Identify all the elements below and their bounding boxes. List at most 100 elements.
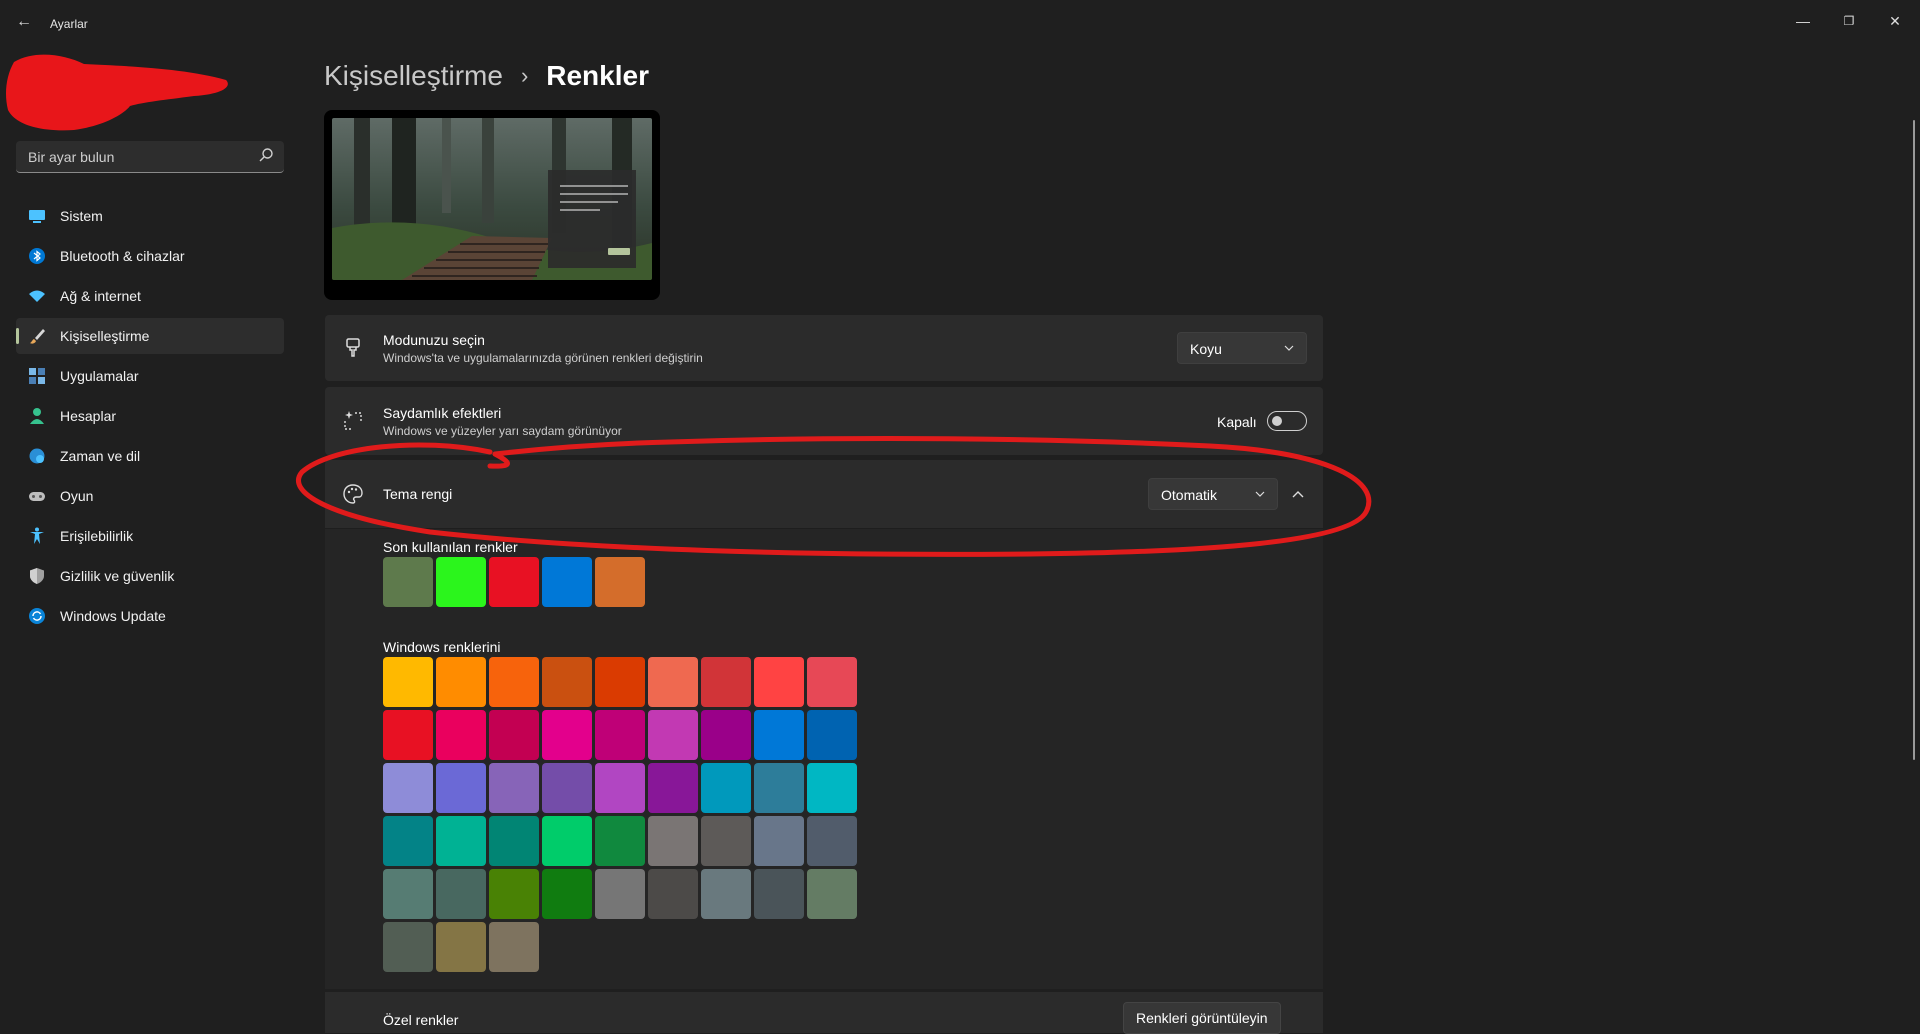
chevron-up-icon[interactable]: [1291, 488, 1305, 500]
sidebar-item-bluetooth[interactable]: Bluetooth & cihazlar: [16, 238, 284, 274]
windows-color-swatch[interactable]: [436, 816, 486, 866]
toggle-knob: [1272, 416, 1282, 426]
recent-color-swatch[interactable]: [436, 557, 486, 607]
apps-icon: [29, 368, 45, 384]
accent-color-panel: Son kullanılan renkler Windows renklerin…: [325, 528, 1323, 989]
windows-color-swatch[interactable]: [383, 922, 433, 972]
sidebar-item-network[interactable]: Ağ & internet: [16, 278, 284, 314]
windows-color-swatch[interactable]: [701, 763, 751, 813]
windows-color-swatch[interactable]: [648, 816, 698, 866]
windows-color-swatch[interactable]: [436, 922, 486, 972]
sidebar-item-accounts[interactable]: Hesaplar: [16, 398, 284, 434]
recent-colors-label: Son kullanılan renkler: [383, 539, 518, 555]
close-button[interactable]: ✕: [1872, 6, 1918, 36]
breadcrumb-parent[interactable]: Kişiselleştirme: [324, 60, 503, 92]
accent-dropdown[interactable]: Otomatik: [1148, 478, 1278, 510]
search-input[interactable]: [26, 141, 250, 173]
windows-color-swatch[interactable]: [807, 869, 857, 919]
accent-dropdown-value: Otomatik: [1161, 487, 1218, 503]
mode-dropdown-value: Koyu: [1190, 341, 1222, 357]
windows-color-swatch[interactable]: [436, 657, 486, 707]
windows-color-swatch[interactable]: [383, 710, 433, 760]
windows-color-swatch[interactable]: [542, 763, 592, 813]
recent-color-swatch[interactable]: [383, 557, 433, 607]
transparency-setting-card: Saydamlık efektleri Windows ve yüzeyler …: [325, 387, 1323, 455]
sidebar-item-personalization[interactable]: Kişiselleştirme: [16, 318, 284, 354]
sidebar-item-apps[interactable]: Uygulamalar: [16, 358, 284, 394]
windows-color-swatch[interactable]: [383, 763, 433, 813]
sidebar-item-time-language[interactable]: Zaman ve dil: [16, 438, 284, 474]
wifi-icon: [29, 290, 45, 302]
windows-colors-label: Windows renklerini: [383, 639, 501, 655]
windows-color-swatch[interactable]: [436, 763, 486, 813]
windows-color-swatch[interactable]: [648, 763, 698, 813]
sidebar-item-windows-update[interactable]: Windows Update: [16, 598, 284, 634]
windows-color-swatch[interactable]: [595, 710, 645, 760]
view-colors-button[interactable]: Renkleri görüntüleyin: [1123, 1002, 1281, 1034]
theme-preview: [324, 110, 660, 300]
windows-color-swatch[interactable]: [701, 710, 751, 760]
windows-color-swatch[interactable]: [701, 816, 751, 866]
windows-color-swatch[interactable]: [383, 657, 433, 707]
breadcrumb: Kişiselleştirme › Renkler: [324, 56, 649, 96]
windows-color-swatch[interactable]: [701, 869, 751, 919]
sidebar-item-privacy[interactable]: Gizlilik ve güvenlik: [16, 558, 284, 594]
windows-color-swatch[interactable]: [489, 763, 539, 813]
windows-color-swatch[interactable]: [542, 869, 592, 919]
account-icon: [30, 408, 44, 424]
windows-color-swatch[interactable]: [807, 710, 857, 760]
windows-color-swatch[interactable]: [542, 710, 592, 760]
windows-color-swatch[interactable]: [436, 869, 486, 919]
windows-color-swatch[interactable]: [754, 657, 804, 707]
windows-color-swatch[interactable]: [383, 869, 433, 919]
bluetooth-icon: [29, 248, 45, 264]
recent-color-swatch[interactable]: [489, 557, 539, 607]
windows-color-swatch[interactable]: [807, 657, 857, 707]
sidebar-item-gaming[interactable]: Oyun: [16, 478, 284, 514]
windows-color-swatch[interactable]: [648, 657, 698, 707]
windows-color-swatch[interactable]: [648, 710, 698, 760]
recent-color-swatch[interactable]: [542, 557, 592, 607]
recent-color-swatch[interactable]: [595, 557, 645, 607]
windows-color-swatch[interactable]: [383, 816, 433, 866]
windows-color-swatch[interactable]: [754, 710, 804, 760]
windows-color-swatch[interactable]: [489, 816, 539, 866]
mode-dropdown[interactable]: Koyu: [1177, 332, 1307, 364]
sidebar-item-label: Hesaplar: [60, 408, 117, 424]
search-icon[interactable]: [258, 147, 274, 163]
globe-clock-icon: [29, 448, 45, 464]
windows-color-swatch[interactable]: [754, 816, 804, 866]
windows-color-swatch[interactable]: [595, 657, 645, 707]
windows-color-swatch[interactable]: [648, 869, 698, 919]
windows-color-swatch[interactable]: [701, 657, 751, 707]
mode-subtitle: Windows'ta ve uygulamalarınızda görünen …: [383, 351, 703, 365]
chevron-down-icon: [1284, 345, 1294, 351]
windows-color-swatch[interactable]: [754, 763, 804, 813]
windows-color-swatch[interactable]: [489, 710, 539, 760]
paint-brush-icon: [346, 338, 360, 357]
sidebar-item-accessibility[interactable]: Erişilebilirlik: [16, 518, 284, 554]
transparency-toggle[interactable]: [1267, 411, 1307, 431]
scrollbar[interactable]: [1913, 120, 1915, 760]
sidebar-item-label: Zaman ve dil: [60, 448, 141, 464]
back-button[interactable]: ←: [14, 12, 34, 32]
windows-color-swatch[interactable]: [807, 816, 857, 866]
search-box[interactable]: [16, 141, 284, 173]
windows-color-swatch[interactable]: [595, 869, 645, 919]
windows-color-swatch[interactable]: [436, 710, 486, 760]
sidebar-item-label: Windows Update: [60, 608, 166, 624]
windows-color-swatch[interactable]: [754, 869, 804, 919]
windows-color-swatch[interactable]: [542, 657, 592, 707]
windows-color-swatch[interactable]: [489, 922, 539, 972]
windows-color-swatch[interactable]: [595, 816, 645, 866]
windows-color-swatch[interactable]: [489, 869, 539, 919]
sidebar-item-sistem[interactable]: Sistem: [16, 198, 284, 234]
update-icon: [29, 608, 45, 624]
windows-color-swatch[interactable]: [807, 763, 857, 813]
minimize-button[interactable]: —: [1780, 6, 1826, 36]
windows-color-swatch[interactable]: [595, 763, 645, 813]
windows-color-swatch[interactable]: [542, 816, 592, 866]
accent-color-card[interactable]: Tema rengi Otomatik: [325, 460, 1323, 528]
windows-color-swatch[interactable]: [489, 657, 539, 707]
maximize-button[interactable]: ❐: [1826, 6, 1872, 36]
